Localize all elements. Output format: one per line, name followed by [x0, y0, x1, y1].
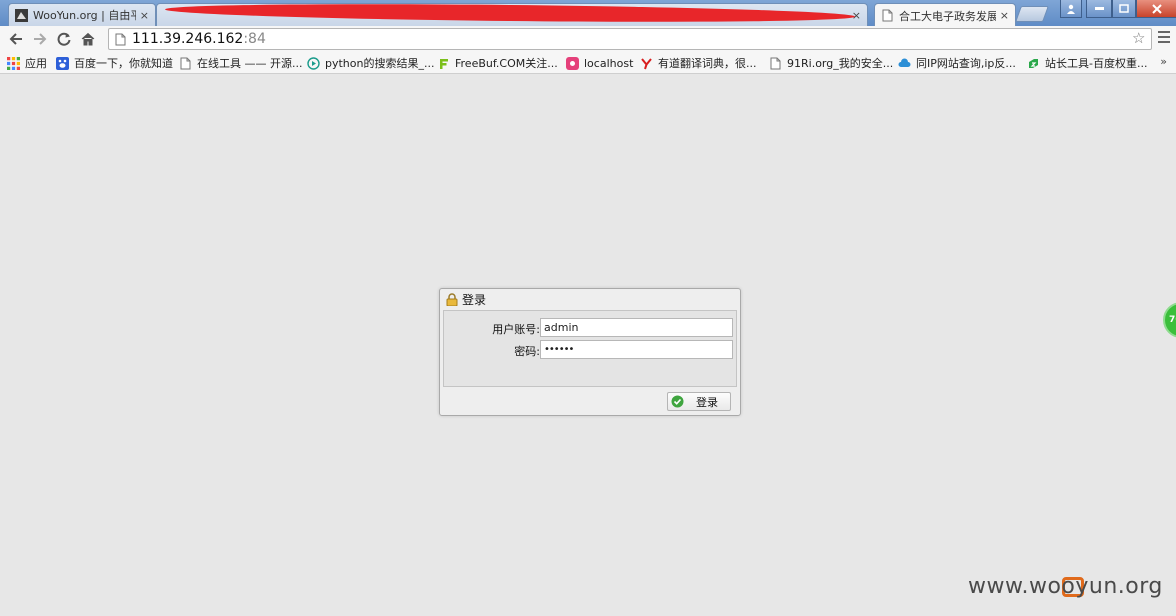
bookmark-label: localhost — [584, 56, 634, 70]
bookmark-freebuf[interactable]: FreeBuf.COM关注... — [437, 55, 558, 71]
bookmark-same-ip[interactable]: 同IP网站查询,ip反... — [898, 55, 1016, 71]
bookmark-baidu[interactable]: 百度一下，你就知道 — [56, 55, 173, 71]
page-icon — [180, 57, 191, 69]
play-circle-icon — [307, 56, 320, 70]
home-icon[interactable] — [76, 27, 100, 51]
watermark-text: www.wooyun.org — [968, 574, 1163, 599]
username-label: 用户账号: — [492, 323, 540, 336]
reload-icon[interactable] — [52, 27, 76, 51]
bookmark-label: 有道翻译词典，很... — [658, 57, 757, 70]
address-bar[interactable]: 111.39.246.162:84 — [108, 28, 1152, 50]
cloud-icon — [898, 58, 911, 67]
bookmark-label: 91Ri.org_我的安全... — [787, 57, 894, 70]
maximize-icon[interactable] — [1112, 0, 1136, 18]
bookmark-youdao[interactable]: 有道翻译词典，很... — [640, 55, 757, 71]
freebuf-f-icon — [440, 58, 448, 69]
url-port: :84 — [243, 31, 266, 47]
back-arrow-icon[interactable] — [4, 27, 28, 51]
localhost-icon — [566, 56, 579, 70]
password-label: 密码: — [514, 345, 540, 358]
floating-side-widget[interactable]: 76 — [1163, 302, 1176, 338]
tab-strip: WooYun.org | 自由平台 × × 合工大电子政务发展 × — [0, 0, 1176, 27]
bookmark-chinaz[interactable]: 站长工具-百度权重... — [1027, 55, 1147, 71]
bookmarks-overflow-chevron-icon[interactable]: » — [1160, 55, 1167, 68]
close-window-icon[interactable] — [1136, 0, 1176, 18]
chrome-menu-icon[interactable] — [1158, 31, 1170, 45]
login-dialog-header: 登录 — [440, 289, 740, 310]
url-host: 111.39.246.162 — [132, 31, 244, 47]
bookmark-label: 应用 — [25, 57, 47, 70]
bookmark-label: 同IP网站查询,ip反... — [916, 57, 1016, 70]
username-input[interactable] — [540, 318, 733, 337]
page-icon — [882, 9, 893, 22]
minimize-icon[interactable] — [1086, 0, 1112, 18]
user-icon[interactable] — [1060, 0, 1082, 18]
login-dialog: 登录 用户账号: 密码: 登录 — [439, 288, 741, 416]
bookmark-label: 百度一下，你就知道 — [74, 57, 173, 70]
login-submit-button[interactable]: 登录 — [667, 392, 731, 411]
password-input[interactable] — [540, 340, 733, 359]
lock-icon — [446, 293, 458, 306]
page-icon — [770, 57, 781, 69]
login-form: 用户账号: 密码: — [443, 310, 737, 387]
username-row: 用户账号: — [444, 318, 738, 338]
new-tab-button[interactable] — [1015, 6, 1049, 22]
bookmark-label: 站长工具-百度权重... — [1045, 57, 1148, 70]
youdao-y-icon — [641, 57, 652, 69]
side-widget-text: 76 — [1169, 315, 1176, 325]
tab-active-hfut[interactable]: 合工大电子政务发展 × — [874, 3, 1016, 27]
check-circle-icon — [671, 395, 684, 408]
login-title: 登录 — [462, 293, 487, 307]
bookmark-localhost[interactable]: localhost — [566, 55, 633, 71]
baidu-paw-icon — [56, 56, 69, 70]
page-icon — [115, 33, 126, 45]
bookmarks-bar: 应用 百度一下，你就知道 在线工具 —— 开源... python的搜索结果_.… — [0, 52, 1176, 74]
tab-wooyun[interactable]: WooYun.org | 自由平台 × — [8, 3, 156, 26]
bookmark-label: 在线工具 —— 开源... — [197, 57, 303, 70]
forward-arrow-icon[interactable] — [28, 27, 52, 51]
window-controls — [1060, 0, 1176, 18]
bookmark-91ri[interactable]: 91Ri.org_我的安全... — [769, 55, 893, 71]
chinaz-icon — [1029, 58, 1038, 68]
tab-title: 合工大电子政务发展 — [899, 9, 996, 23]
tab-title: WooYun.org | 自由平台 — [33, 9, 136, 22]
bookmark-label: python的搜索结果_... — [325, 57, 435, 70]
wooyun-favicon-icon — [15, 8, 28, 22]
apps-grid-icon — [7, 56, 20, 70]
bookmark-online-tools[interactable]: 在线工具 —— 开源... — [179, 55, 302, 71]
password-row: 密码: — [444, 340, 738, 360]
bookmark-python-search[interactable]: python的搜索结果_... — [307, 55, 434, 71]
bookmark-star-icon[interactable]: ☆ — [1132, 30, 1148, 46]
bookmark-apps[interactable]: 应用 — [7, 55, 47, 71]
login-submit-label: 登录 — [696, 395, 718, 409]
tab-close-icon[interactable]: × — [1000, 9, 1009, 22]
tab-close-icon[interactable]: × — [140, 9, 149, 22]
bookmark-label: FreeBuf.COM关注... — [455, 57, 558, 70]
